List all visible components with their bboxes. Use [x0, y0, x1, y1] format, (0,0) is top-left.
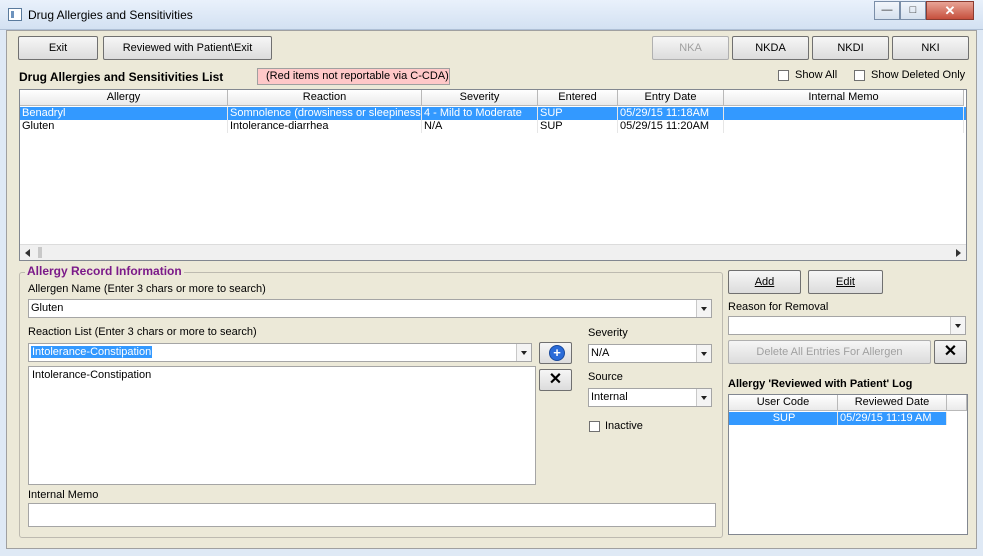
x-icon: ✕ [548, 371, 563, 388]
cell-reaction: Somnolence (drowsiness or sleepiness) [230, 107, 422, 120]
column-header-allergy[interactable]: Allergy [20, 90, 228, 106]
review-log-title: Allergy 'Reviewed with Patient' Log [728, 378, 913, 390]
window-title: Drug Allergies and Sensitivities [28, 8, 193, 22]
main-panel: Exit Reviewed with Patient\Exit NKA NKDA… [6, 30, 977, 549]
minimize-button[interactable]: — [874, 1, 900, 20]
internal-memo-label: Internal Memo [28, 489, 99, 501]
ccda-note: (Red items not reportable via C-CDA) [257, 68, 450, 85]
chevron-down-icon[interactable] [696, 345, 711, 362]
cell-entry-date: 05/29/15 11:20AM [618, 120, 724, 133]
chevron-down-icon[interactable] [696, 300, 711, 317]
nki-button[interactable]: NKI [892, 36, 969, 60]
cell-entry-date: 05/29/15 11:18AM [618, 107, 724, 120]
inactive-checkbox[interactable] [589, 421, 600, 432]
column-header-entered[interactable]: Entered [538, 90, 618, 106]
removal-reason-label: Reason for Removal [728, 301, 829, 313]
scroll-right-arrow-icon[interactable] [950, 245, 966, 260]
title-bar: Drug Allergies and Sensitivities — □ ✕ [0, 0, 983, 30]
nka-button[interactable]: NKA [652, 36, 729, 60]
app-window-icon [8, 8, 22, 21]
exit-button[interactable]: Exit [18, 36, 98, 60]
removal-reason-combobox[interactable] [728, 316, 966, 335]
x-icon: ✕ [943, 343, 958, 360]
delete-all-entries-button[interactable]: Delete All Entries For Allergen [728, 340, 931, 364]
add-button[interactable]: Add [728, 270, 801, 294]
source-label: Source [588, 371, 623, 383]
chevron-down-icon[interactable] [696, 389, 711, 406]
nkda-button[interactable]: NKDA [732, 36, 809, 60]
column-header-internal-memo[interactable]: Internal Memo [724, 90, 964, 106]
cell-user-code: SUP [729, 412, 838, 425]
plus-circle-icon: + [549, 345, 565, 361]
list-title: Drug Allergies and Sensitivities List [19, 70, 224, 84]
reaction-list-label: Reaction List (Enter 3 chars or more to … [28, 326, 257, 338]
column-header-reviewed-date[interactable]: Reviewed Date [838, 395, 947, 411]
allergy-record-title: Allergy Record Information [25, 264, 184, 278]
reviewed-exit-button[interactable]: Reviewed with Patient\Exit [103, 36, 272, 60]
show-all-checkbox[interactable] [778, 70, 789, 81]
show-deleted-checkbox[interactable] [854, 70, 865, 81]
cell-severity: N/A [422, 120, 538, 133]
show-deleted-label: Show Deleted Only [871, 69, 966, 81]
cell-entered: SUP [538, 120, 618, 133]
column-header-entry-date[interactable]: Entry Date [618, 90, 724, 106]
allergen-name-label: Allergen Name (Enter 3 chars or more to … [28, 283, 266, 295]
chevron-down-icon[interactable] [516, 344, 531, 361]
allergy-grid[interactable]: Allergy Reaction Severity Entered Entry … [19, 89, 967, 261]
table-row[interactable]: SUP 05/29/15 11:19 AM [729, 412, 947, 425]
inactive-label: Inactive [605, 420, 643, 432]
chevron-down-icon[interactable] [950, 317, 965, 334]
add-reaction-button[interactable]: + [539, 342, 572, 364]
column-header-reaction[interactable]: Reaction [228, 90, 422, 106]
close-button[interactable]: ✕ [926, 1, 974, 20]
table-row[interactable]: Gluten Intolerance-diarrhea N/A SUP 05/2… [20, 120, 966, 133]
remove-reaction-button[interactable]: ✕ [539, 369, 572, 391]
review-log-grid[interactable]: User Code Reviewed Date SUP 05/29/15 11:… [728, 394, 968, 535]
column-header-user-code[interactable]: User Code [729, 395, 838, 411]
grid-horizontal-scrollbar[interactable] [20, 244, 966, 260]
column-header-filler [947, 395, 967, 411]
cell-reviewed-date: 05/29/15 11:19 AM [838, 412, 947, 425]
maximize-button[interactable]: □ [900, 1, 926, 20]
source-combobox[interactable]: Internal [588, 388, 712, 407]
cell-entered: SUP [538, 107, 618, 120]
column-header-severity[interactable]: Severity [422, 90, 538, 106]
nkdi-button[interactable]: NKDI [812, 36, 889, 60]
list-item[interactable]: Intolerance-Constipation [32, 369, 532, 381]
cell-memo [724, 107, 964, 120]
cell-reaction: Intolerance-diarrhea [228, 120, 422, 133]
cell-allergy: Gluten [20, 120, 228, 133]
cell-allergy: Benadryl [20, 107, 228, 120]
cell-severity: 4 - Mild to Moderate [422, 107, 538, 120]
severity-label: Severity [588, 327, 628, 339]
scroll-left-arrow-icon[interactable] [20, 245, 36, 260]
delete-cancel-button[interactable]: ✕ [934, 340, 967, 364]
cell-memo [724, 120, 964, 133]
reaction-list-combobox[interactable]: Intolerance-Constipation [28, 343, 532, 362]
edit-button[interactable]: Edit [808, 270, 883, 294]
severity-combobox[interactable]: N/A [588, 344, 712, 363]
reaction-listbox[interactable]: Intolerance-Constipation [28, 366, 536, 485]
show-all-label: Show All [795, 69, 838, 81]
table-row[interactable]: Benadryl Somnolence (drowsiness or sleep… [20, 107, 966, 120]
scroll-thumb[interactable] [38, 247, 42, 258]
internal-memo-field[interactable] [28, 503, 716, 527]
allergen-name-combobox[interactable]: Gluten [28, 299, 712, 318]
